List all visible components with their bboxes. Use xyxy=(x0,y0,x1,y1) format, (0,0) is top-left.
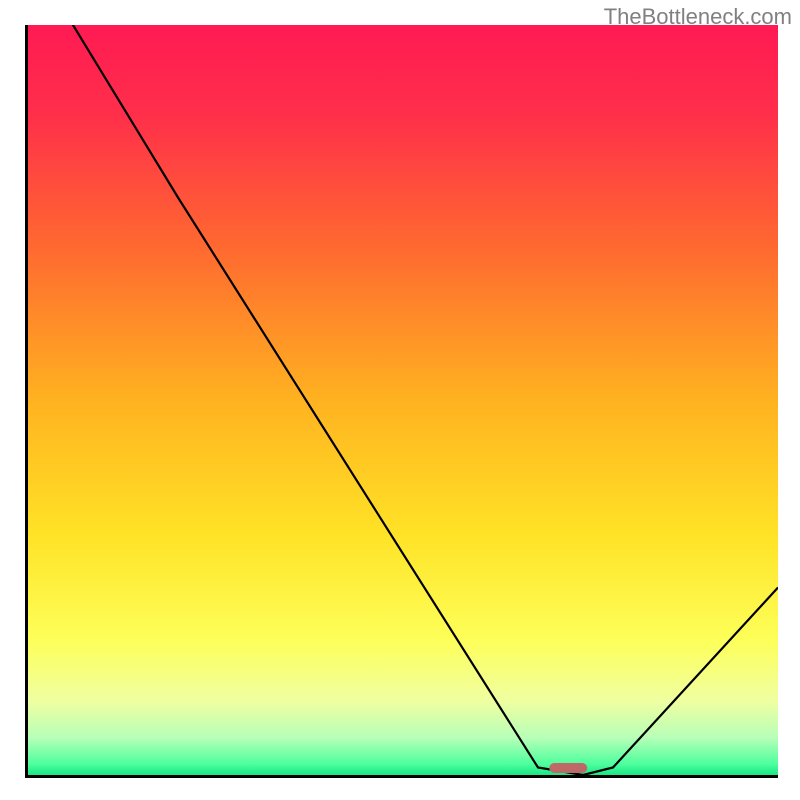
plot-area xyxy=(25,25,778,778)
curve-layer xyxy=(28,25,778,775)
optimal-marker xyxy=(549,763,587,773)
bottleneck-chart: TheBottleneck.com xyxy=(0,0,800,800)
watermark-text: TheBottleneck.com xyxy=(604,4,792,30)
bottleneck-curve xyxy=(28,25,778,775)
